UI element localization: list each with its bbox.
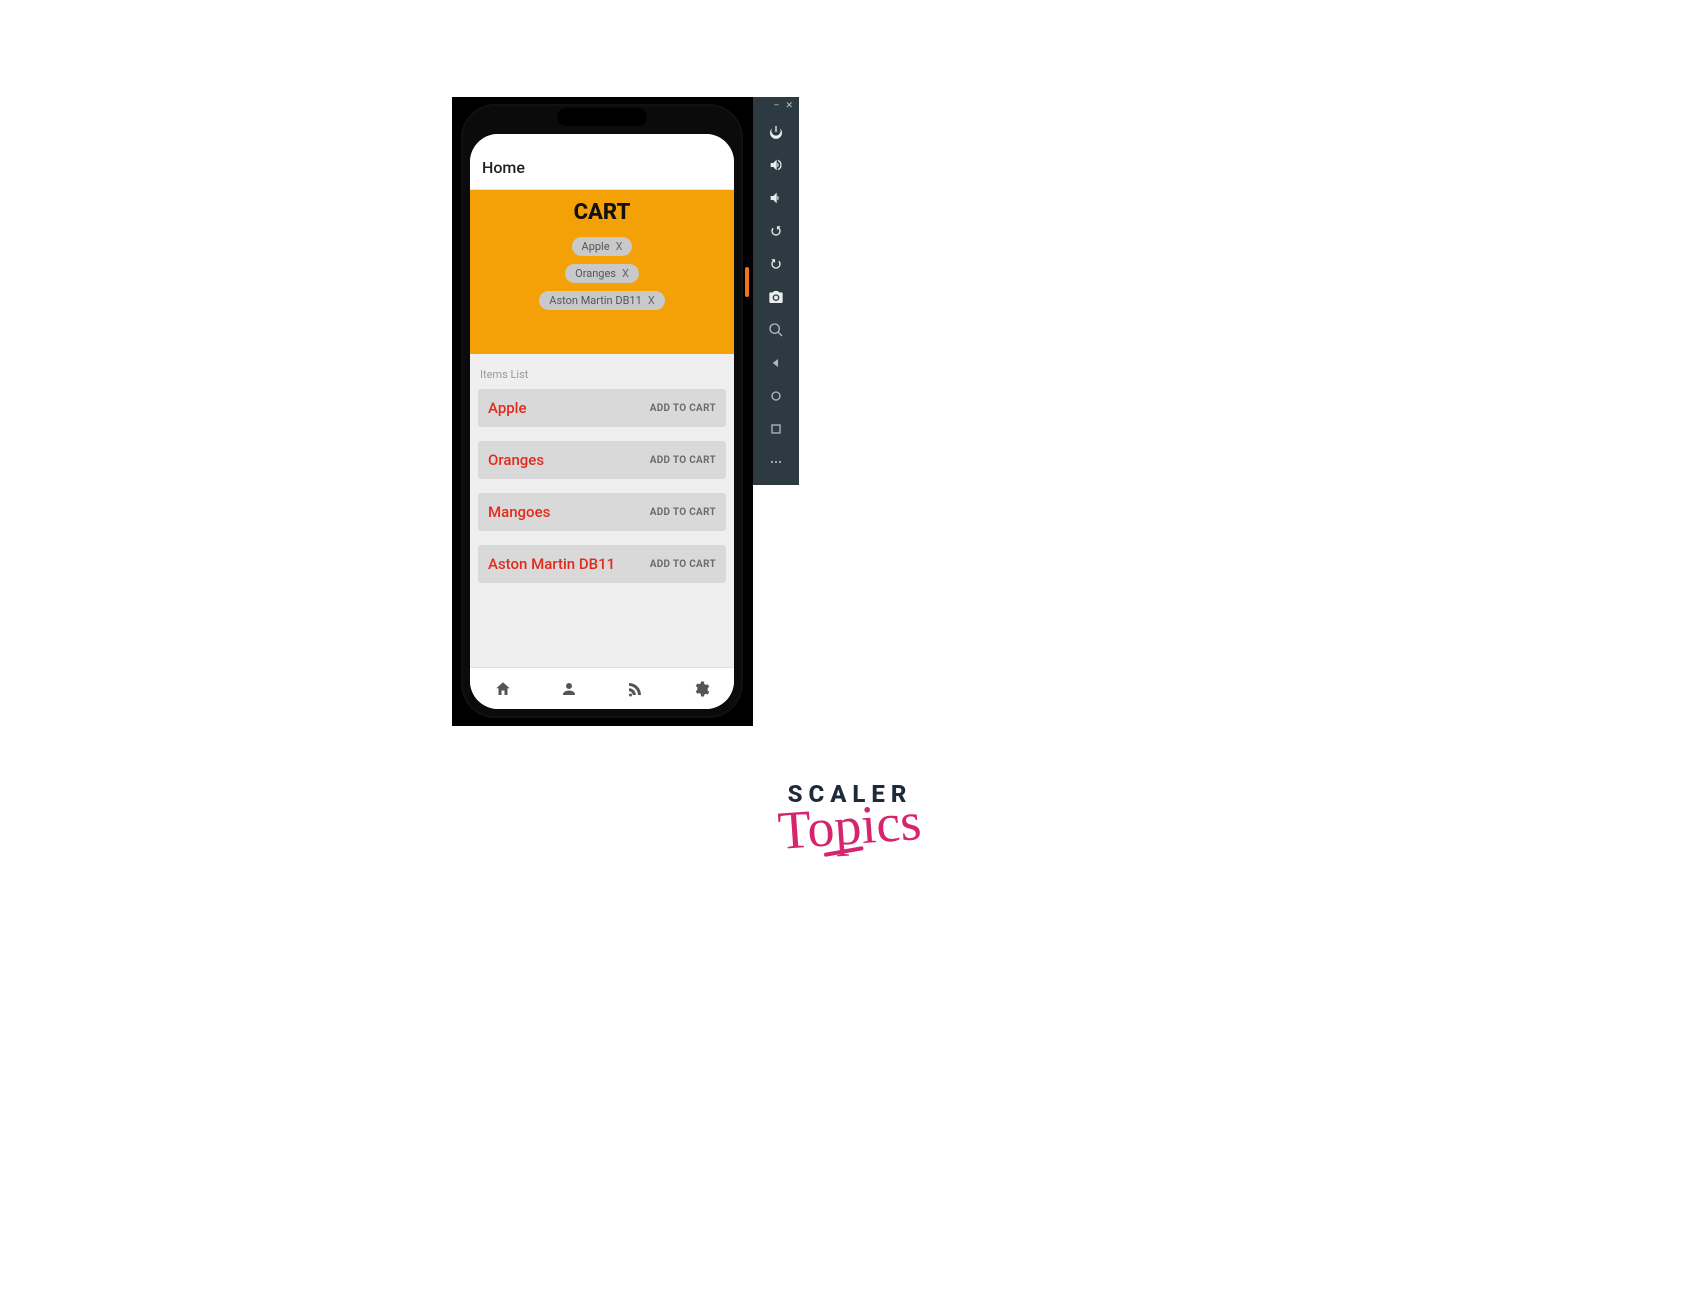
remove-icon[interactable]: X: [648, 294, 655, 307]
items-section: Items List Apple ADD TO CART Oranges ADD…: [470, 354, 734, 667]
more-icon[interactable]: [753, 445, 799, 478]
cart-chip: Aston Martin DB11 X: [539, 291, 664, 310]
item-name: Mangoes: [488, 503, 550, 521]
phone-notch: [557, 108, 647, 126]
cart-title: CART: [574, 200, 631, 225]
cart-chip: Apple X: [572, 237, 633, 256]
rss-icon[interactable]: [626, 680, 644, 698]
home-nav-icon[interactable]: [753, 379, 799, 412]
overview-icon[interactable]: [753, 412, 799, 445]
items-heading: Items List: [478, 362, 726, 389]
add-to-cart-button[interactable]: ADD TO CART: [650, 559, 716, 570]
phone-device-frame: Home CART Apple X Oranges X Aston Martin…: [461, 104, 743, 718]
emulator-sidebar: – ✕: [753, 97, 799, 485]
add-to-cart-button[interactable]: ADD TO CART: [650, 403, 716, 414]
cart-chip: Oranges X: [565, 264, 639, 283]
item-name: Aston Martin DB11: [488, 555, 615, 573]
brand-logo: SCALER Topics: [0, 780, 1700, 851]
app-header: Home: [470, 148, 734, 190]
close-icon[interactable]: ✕: [785, 102, 793, 111]
cart-panel: CART Apple X Oranges X Aston Martin DB11…: [470, 190, 734, 354]
status-bar: [470, 134, 734, 148]
device-power-button: [745, 267, 749, 297]
window-controls: – ✕: [753, 97, 799, 115]
bottom-nav: [470, 667, 734, 709]
page-title: Home: [482, 158, 722, 177]
list-item: Aston Martin DB11 ADD TO CART: [478, 545, 726, 583]
cart-chip-label: Oranges: [575, 267, 616, 280]
remove-icon[interactable]: X: [622, 267, 629, 280]
list-item: Mangoes ADD TO CART: [478, 493, 726, 531]
power-icon[interactable]: [753, 115, 799, 148]
home-icon[interactable]: [494, 680, 512, 698]
cart-chip-label: Apple: [582, 240, 610, 253]
item-name: Oranges: [488, 451, 544, 469]
item-name: Apple: [488, 399, 527, 417]
volume-down-icon[interactable]: [753, 181, 799, 214]
add-to-cart-button[interactable]: ADD TO CART: [650, 507, 716, 518]
zoom-icon[interactable]: [753, 313, 799, 346]
back-icon[interactable]: [753, 346, 799, 379]
camera-icon[interactable]: [753, 280, 799, 313]
rotate-left-icon[interactable]: [753, 214, 799, 247]
volume-up-icon[interactable]: [753, 148, 799, 181]
minimize-icon[interactable]: –: [774, 102, 780, 111]
rotate-right-icon[interactable]: [753, 247, 799, 280]
user-icon[interactable]: [560, 680, 578, 698]
cart-chip-label: Aston Martin DB11: [549, 294, 642, 307]
phone-screen: Home CART Apple X Oranges X Aston Martin…: [470, 134, 734, 709]
list-item: Apple ADD TO CART: [478, 389, 726, 427]
list-item: Oranges ADD TO CART: [478, 441, 726, 479]
gear-icon[interactable]: [692, 680, 710, 698]
add-to-cart-button[interactable]: ADD TO CART: [650, 455, 716, 466]
remove-icon[interactable]: X: [616, 240, 623, 253]
brand-sub: Topics: [777, 797, 923, 855]
